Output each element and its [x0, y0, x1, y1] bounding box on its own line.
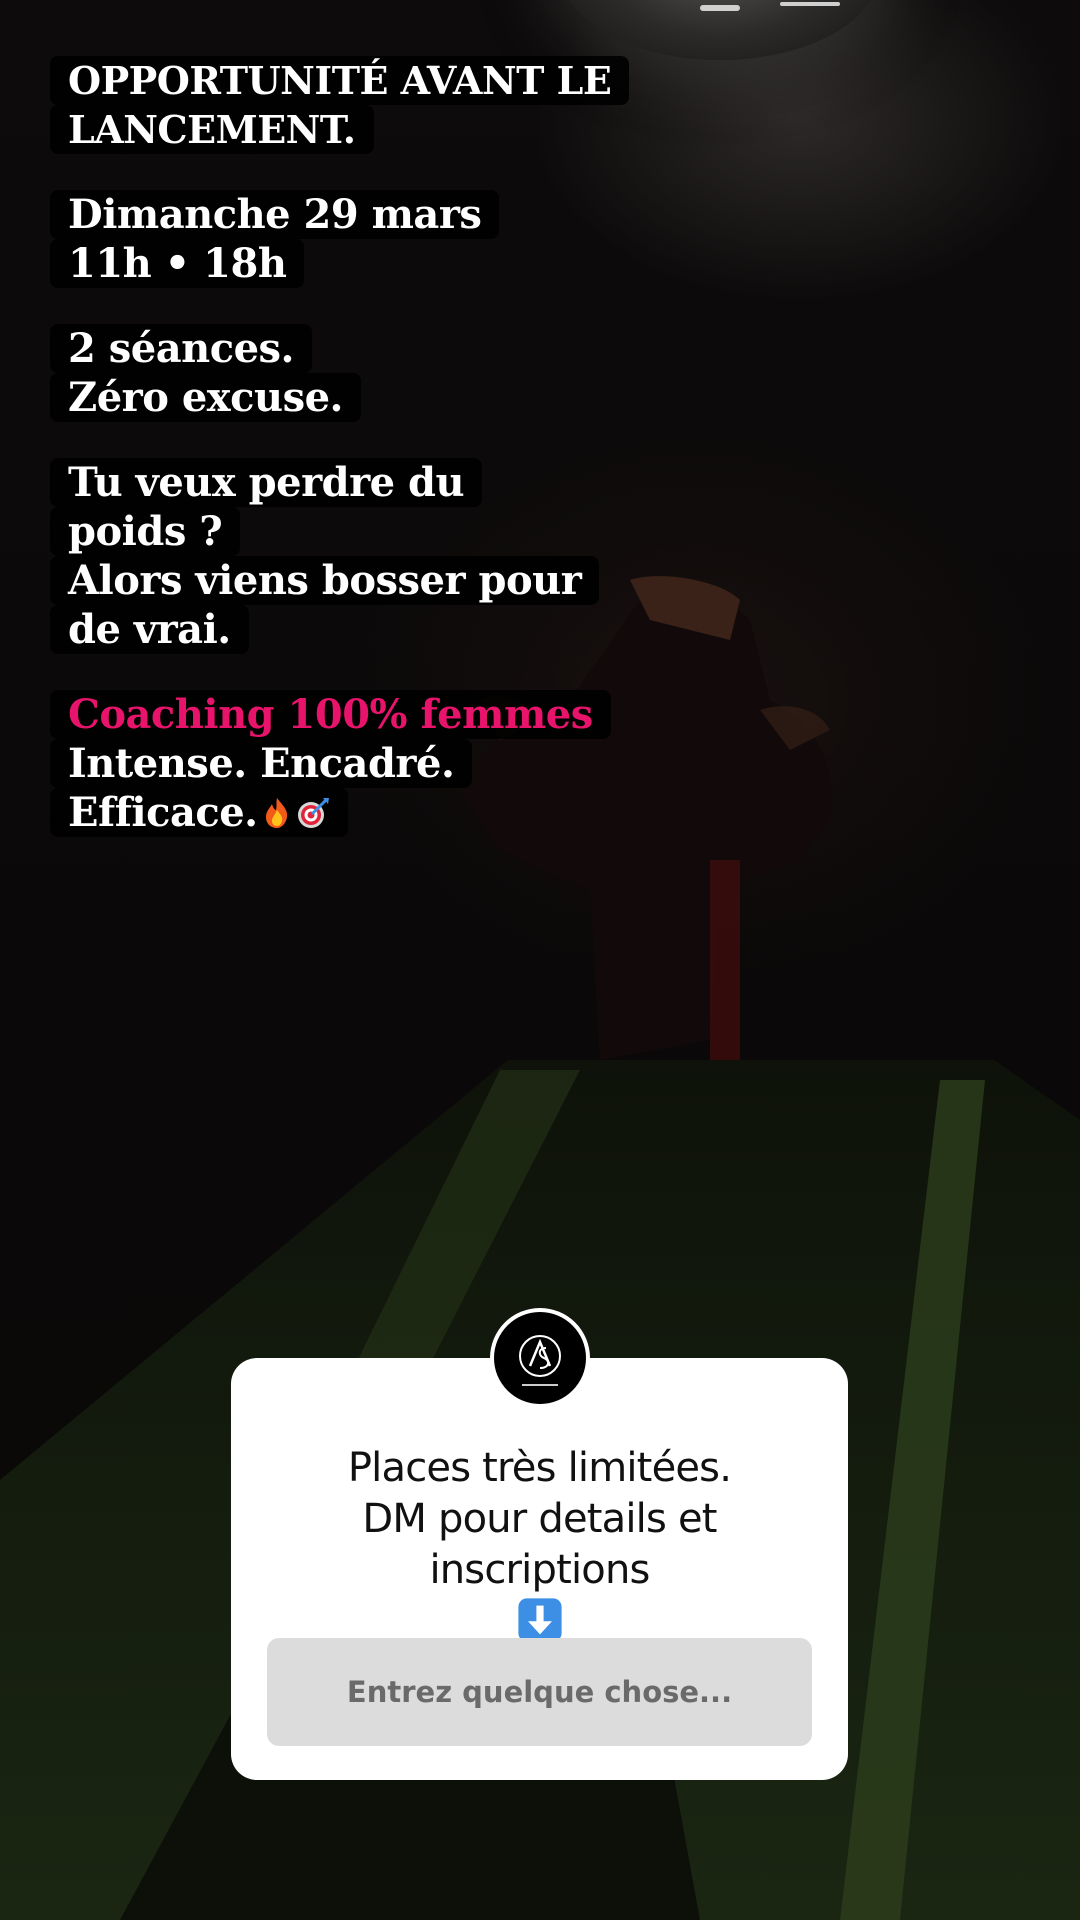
text-line: Intense. Encadré.: [50, 739, 473, 788]
logo-mark: [519, 1335, 561, 1386]
arrow-down-icon: [517, 1598, 562, 1642]
fire-icon: [265, 798, 287, 828]
text-line: Zéro excuse.: [50, 373, 361, 422]
question-line-text: inscriptions: [429, 1547, 650, 1593]
headline-block: OPPORTUNITÉ AVANT LE LANCEMENT.: [50, 56, 630, 154]
text-line: de vrai.: [50, 605, 249, 654]
text-line: 2 séances.: [50, 324, 312, 373]
text-line: poids ?: [50, 507, 241, 556]
question-sticker[interactable]: Places très limitées. DM pour details et…: [231, 1358, 848, 1780]
text-line: Dimanche 29 mars: [50, 190, 500, 239]
text-line: OPPORTUNITÉ AVANT LE: [50, 56, 630, 105]
pitch-block: Tu veux perdre du poids ? Alors viens bo…: [50, 458, 629, 654]
lamp-glint: [780, 2, 840, 6]
answer-input[interactable]: Entrez quelque chose...: [267, 1638, 812, 1746]
sticker-question: Places très limitées. DM pour details et…: [231, 1443, 848, 1649]
text-line: LANCEMENT.: [50, 105, 374, 154]
target-icon: [297, 798, 329, 828]
text-line: 11h • 18h: [50, 239, 305, 288]
text-line: Alors viens bosser pour: [50, 556, 600, 605]
brand-logo-icon: [494, 1312, 586, 1404]
sessions-block: 2 séances. Zéro excuse.: [50, 324, 629, 422]
question-line-with-emoji: inscriptions: [231, 1545, 848, 1649]
highlight-line: Coaching 100% femmes: [50, 690, 611, 739]
date-block: Dimanche 29 mars 11h • 18h: [50, 190, 629, 288]
avatar: [490, 1308, 590, 1408]
coaching-block: Coaching 100% femmes Intense. Encadré. E…: [50, 690, 629, 837]
question-line: Places très limitées.: [347, 1445, 732, 1491]
lamp-glint: [700, 5, 740, 11]
question-line: DM pour details et: [362, 1496, 717, 1542]
text-line: Tu veux perdre du: [50, 458, 483, 507]
story-caption: OPPORTUNITÉ AVANT LE LANCEMENT. Dimanche…: [50, 56, 630, 873]
text-line-with-emoji: Efficace.: [50, 788, 348, 837]
text-line: Efficace.: [68, 789, 258, 836]
